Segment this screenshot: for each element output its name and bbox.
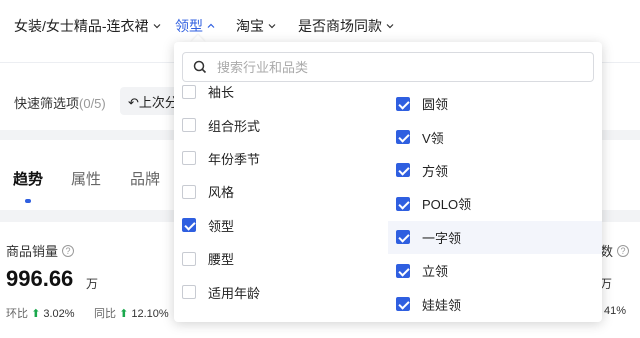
value-option[interactable]: 圆领 (388, 87, 602, 120)
chevron-down-icon (153, 22, 161, 30)
attribute-option[interactable]: 适用年龄 (174, 275, 388, 308)
checkbox-checked[interactable] (396, 263, 410, 278)
checkbox[interactable] (182, 184, 196, 199)
checkbox-checked[interactable] (396, 230, 410, 245)
checkbox-checked[interactable] (396, 196, 410, 211)
checkbox[interactable] (182, 151, 196, 166)
filter-category[interactable]: 女装/女士精品-连衣裙 (14, 16, 161, 36)
value-option-label: V领 (422, 130, 444, 146)
chevron-down-icon (386, 22, 394, 30)
mom-trend: 环比 ⬆ 3.02% (6, 305, 75, 321)
value-option[interactable]: 方领 (388, 154, 602, 187)
attribute-option-label: 风格 (208, 185, 235, 201)
value-option-label: 方领 (422, 163, 449, 179)
value-option-label: 立领 (422, 264, 449, 280)
arrow-up-icon: ⬆ (31, 308, 41, 320)
attribute-option-label: 领型 (208, 218, 235, 234)
value-option[interactable]: 娃娃领 (388, 287, 602, 320)
metric-title-text: 商品销量 (6, 244, 59, 259)
tab-indicator (25, 199, 31, 203)
value-option[interactable]: V领 (388, 120, 602, 153)
checkbox[interactable] (182, 285, 196, 300)
value-option-label: 圆领 (422, 97, 449, 113)
attribute-list: 袖长组合形式年份季节风格领型腰型适用年龄 (174, 84, 388, 309)
quick-filter-text: 快速筛选项 (14, 96, 80, 111)
last-filter-button[interactable]: ↶上次分 (120, 87, 182, 115)
checkbox[interactable] (182, 118, 196, 133)
help-icon[interactable]: ? (62, 244, 75, 257)
value-option[interactable]: POLO领 (388, 187, 602, 220)
collar-dropdown: 袖长组合形式年份季节风格领型腰型适用年龄 圆领 V领方领 POLO领一字领立领娃娃领 (174, 42, 602, 322)
value-option[interactable]: 立领 (388, 254, 602, 287)
attribute-option[interactable]: 年份季节 (174, 142, 388, 175)
attribute-option[interactable]: 风格 (174, 175, 388, 208)
value-option-label: 娃娃领 (422, 297, 462, 313)
yoy-trend: 同比 ⬆ 12.10% (94, 305, 169, 321)
mom-value: 3.02% (43, 308, 75, 320)
checkbox-checked[interactable] (396, 96, 410, 111)
tab-brand[interactable]: 品牌 (130, 168, 160, 189)
metric-value: 996.66 (6, 266, 74, 291)
tab-trend[interactable]: 趋势 (13, 168, 43, 189)
help-icon[interactable]: ? (617, 244, 630, 257)
attribute-option-label: 腰型 (208, 252, 235, 268)
checkbox-checked[interactable] (396, 297, 410, 312)
right-metric-trend: 41% (604, 305, 627, 317)
attribute-option-label: 组合形式 (208, 118, 261, 134)
filter-category-label: 女装/女士精品-连衣裙 (14, 18, 149, 34)
checkbox-checked[interactable] (396, 130, 410, 145)
attribute-option-label: 适用年龄 (208, 285, 261, 301)
attribute-option[interactable]: 腰型 (174, 242, 388, 275)
filter-mall-same-label: 是否商场同款 (298, 18, 382, 34)
value-list: 圆领 V领方领 POLO领一字领立领娃娃领 (388, 87, 602, 321)
tab-attribute[interactable]: 属性 (71, 168, 101, 189)
search-icon (193, 60, 207, 74)
attribute-option[interactable]: 袖长 (174, 75, 388, 108)
chevron-up-icon (207, 22, 215, 30)
filter-mall-same[interactable]: 是否商场同款 (298, 16, 394, 36)
chevron-down-icon (268, 22, 276, 30)
attribute-option-label: 袖长 (208, 85, 235, 101)
quick-filter-label: 快速筛选项(0/5) (14, 93, 106, 112)
filter-platform[interactable]: 淘宝 (236, 16, 276, 36)
right-metric-title: 数 ? (600, 241, 630, 260)
attribute-option[interactable]: 组合形式 (174, 108, 388, 141)
search-input[interactable] (217, 59, 557, 75)
undo-icon: ↶ (128, 95, 139, 110)
last-filter-label: 上次分 (138, 95, 178, 110)
checkbox-checked[interactable] (182, 218, 196, 233)
yoy-label: 同比 (94, 308, 116, 320)
value-option[interactable]: 一字领 (388, 220, 602, 254)
metric-title: 商品销量 ? (6, 241, 75, 260)
value-option-label: 一字领 (422, 230, 462, 246)
yoy-value: 12.10% (131, 308, 169, 320)
mom-label: 环比 (6, 308, 28, 320)
arrow-up-icon: ⬆ (119, 308, 129, 320)
checkbox[interactable] (182, 84, 196, 99)
attribute-option-label: 年份季节 (208, 151, 261, 167)
quick-filter-count: (0/5) (79, 96, 106, 111)
metric-unit: 万 (86, 277, 99, 291)
checkbox-checked[interactable] (396, 163, 410, 178)
filter-collar-label: 领型 (175, 18, 203, 34)
checkbox[interactable] (182, 251, 196, 266)
value-option-label: POLO领 (422, 197, 472, 213)
attribute-option[interactable]: 领型 (174, 209, 388, 242)
filter-collar[interactable]: 领型 (175, 16, 215, 36)
filter-platform-label: 淘宝 (236, 18, 264, 34)
